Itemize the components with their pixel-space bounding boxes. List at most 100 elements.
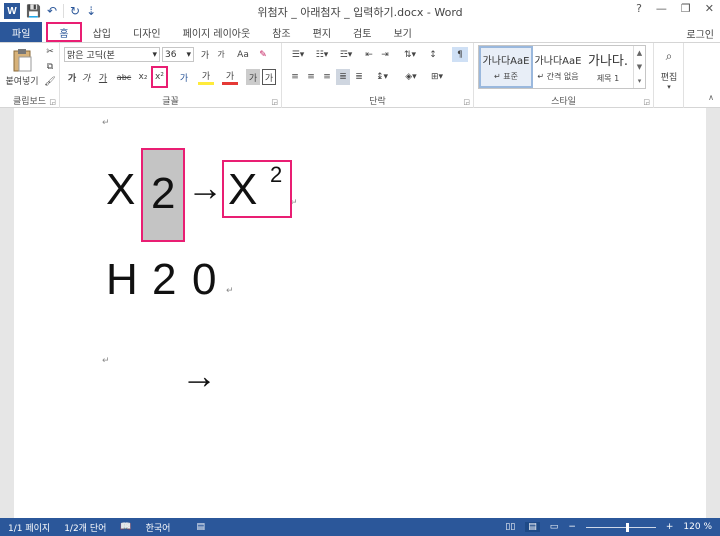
bold-button[interactable]: 가 — [66, 69, 78, 85]
web-layout-icon[interactable]: ▭ — [550, 522, 559, 532]
highlight-button[interactable]: 가 — [198, 69, 214, 85]
zoom-out-button[interactable]: − — [568, 522, 576, 532]
char-shading-button[interactable]: 가 — [246, 69, 260, 85]
editing-button[interactable]: ⌕ 편집 ▾ — [657, 47, 681, 93]
paragraph-mark: ↵ — [102, 118, 110, 128]
tab-mailings[interactable]: 편지 — [302, 22, 342, 42]
styles-launcher-icon[interactable]: ◲ — [643, 98, 650, 106]
paragraph-group: ☰▾ ☷▾ ☲▾ ⇤ ⇥ ⇅▾ ↕ ¶ ≡ ≡ ≡ ≣ ≣ ↨▾ ◈▾ ⊞▾ 단… — [282, 43, 474, 109]
borders-icon[interactable]: ⊞▾ — [426, 69, 448, 85]
view-controls: ▯▯ ▤ ▭ − + 120 % — [505, 518, 712, 536]
scroll-up-icon[interactable]: ▲ — [637, 49, 642, 57]
document-page[interactable]: ↵ X → X 2 ↵ H 2 0 ↵ ↵ — [14, 108, 706, 518]
gallery-more-icon[interactable]: ▾ — [638, 77, 642, 85]
proofing-icon[interactable]: 📖 — [120, 522, 131, 532]
font-name-value: 맑은 고딕(본 — [67, 51, 115, 61]
tab-home[interactable]: 홈 — [46, 22, 82, 42]
macro-icon[interactable]: ▤ — [196, 522, 205, 532]
copy-icon[interactable]: ⧉ — [44, 61, 56, 73]
print-layout-icon[interactable]: ▤ — [525, 522, 540, 532]
paste-label: 붙여넣기 — [5, 76, 39, 87]
underline-button[interactable]: 가 — [94, 69, 112, 85]
clipboard-launcher-icon[interactable]: ◲ — [49, 98, 56, 106]
paragraph-launcher-icon[interactable]: ◲ — [463, 98, 470, 106]
help-button[interactable]: ? — [636, 2, 642, 15]
italic-button[interactable]: 가 — [80, 69, 92, 85]
show-marks-icon[interactable]: ¶ — [452, 47, 468, 62]
style-gallery: 가나다AaE ↵ 표준 가나다AaE ↵ 간격 없음 가나다. 제목 1 ▲ ▼… — [478, 45, 646, 89]
digit-0: 0 — [192, 255, 217, 304]
editing-label: 편집 — [660, 73, 678, 83]
title-bar: W 💾 ↶ ↻ ⇣ 위첨자 _ 아래첨자 _ 입력하기.docx - Word … — [0, 0, 720, 22]
collapse-ribbon-icon[interactable]: ∧ — [708, 93, 714, 102]
superscript-button[interactable]: x² — [151, 66, 168, 88]
align-center-icon[interactable]: ≡ — [304, 69, 318, 85]
decrease-indent-icon[interactable]: ⇤ — [362, 47, 376, 62]
font-launcher-icon[interactable]: ◲ — [271, 98, 278, 106]
multilevel-list-icon[interactable]: ☲▾ — [336, 47, 356, 62]
tab-review[interactable]: 검토 — [342, 22, 382, 42]
style-name: ↵ 표준 — [494, 72, 518, 81]
style-no-spacing[interactable]: 가나다AaE ↵ 간격 없음 — [533, 46, 583, 88]
zoom-level[interactable]: 120 % — [683, 522, 712, 532]
bullets-icon[interactable]: ☰▾ — [288, 47, 308, 62]
minimize-button[interactable]: — — [656, 2, 667, 15]
grow-font-button[interactable]: 가 — [198, 47, 212, 62]
scroll-down-icon[interactable]: ▼ — [637, 63, 642, 71]
tab-references[interactable]: 참조 — [261, 22, 301, 42]
ribbon: 붙여넣기 ✂ ⧉ 🖌 클립보드 ◲ 맑은 고딕(본 ▾ 36 ▾ 가 가 Aa ✎ … — [0, 42, 720, 109]
numbering-icon[interactable]: ☷▾ — [312, 47, 332, 62]
login-link[interactable]: 로그인 — [686, 26, 714, 41]
subscript-button[interactable]: x₂ — [136, 69, 150, 85]
text-effect-button[interactable]: 가 — [176, 69, 192, 85]
font-size-combo[interactable]: 36 ▾ — [162, 47, 194, 62]
text-direction-icon[interactable]: ⇅▾ — [400, 47, 420, 62]
zoom-in-button[interactable]: + — [666, 522, 674, 532]
word-count[interactable]: 1/2개 단어 — [64, 521, 106, 534]
chevron-down-icon: ▾ — [152, 49, 157, 60]
font-color-button[interactable]: 가 — [222, 69, 238, 85]
paragraph-mark: ↵ — [102, 356, 110, 366]
style-heading1[interactable]: 가나다. 제목 1 — [583, 46, 633, 88]
letter-x: X — [106, 165, 136, 214]
tab-design[interactable]: 디자인 — [122, 22, 172, 42]
distribute-icon[interactable]: ≣ — [352, 69, 366, 85]
style-name: ↵ 간격 없음 — [537, 72, 579, 81]
tab-page-layout[interactable]: 페이지 레이아웃 — [172, 22, 262, 42]
char-border-button[interactable]: 가 — [262, 69, 276, 85]
justify-icon[interactable]: ≣ — [336, 69, 350, 85]
page-count[interactable]: 1/1 페이지 — [8, 521, 50, 534]
tab-insert[interactable]: 삽입 — [82, 22, 122, 42]
line-spacing-icon[interactable]: ↨▾ — [372, 69, 392, 85]
language[interactable]: 한국어 — [146, 521, 171, 534]
change-case-button[interactable]: Aa — [232, 47, 254, 62]
clear-format-icon[interactable]: ✎ — [256, 47, 270, 62]
increase-indent-icon[interactable]: ⇥ — [378, 47, 392, 62]
zoom-slider[interactable] — [585, 522, 656, 532]
read-mode-icon[interactable]: ▯▯ — [505, 522, 515, 532]
restore-button[interactable]: ❐ — [681, 2, 691, 15]
editing-group: ⌕ 편집 ▾ — [654, 43, 684, 109]
align-left-icon[interactable]: ≡ — [288, 69, 302, 85]
font-name-combo[interactable]: 맑은 고딕(본 ▾ — [64, 47, 160, 62]
clipboard-group: 붙여넣기 ✂ ⧉ 🖌 클립보드 ◲ — [0, 43, 60, 109]
shrink-font-button[interactable]: 가 — [214, 47, 228, 62]
format-painter-icon[interactable]: 🖌 — [44, 76, 56, 88]
align-right-icon[interactable]: ≡ — [320, 69, 334, 85]
digit-2-selected: 2 — [151, 169, 176, 218]
close-button[interactable]: ✕ — [705, 2, 714, 15]
shading-icon[interactable]: ◈▾ — [400, 69, 422, 85]
zoom-thumb[interactable] — [626, 522, 630, 532]
style-normal[interactable]: 가나다AaE ↵ 표준 — [479, 46, 533, 88]
document-area: ↵ X → X 2 ↵ H 2 0 ↵ ↵ — [0, 108, 720, 518]
gallery-scroll[interactable]: ▲ ▼ ▾ — [633, 46, 645, 88]
arrow-symbol: → — [187, 167, 223, 208]
paste-button[interactable]: 붙여넣기 — [4, 45, 40, 89]
style-sample: 가나다AaE — [534, 56, 582, 67]
tab-file[interactable]: 파일 — [0, 22, 43, 42]
sort-icon[interactable]: ↕ — [426, 47, 440, 62]
tab-view[interactable]: 보기 — [382, 22, 422, 42]
chevron-down-icon: ▾ — [186, 49, 191, 60]
cut-icon[interactable]: ✂ — [44, 46, 56, 58]
strikethrough-button[interactable]: abc — [114, 69, 134, 85]
